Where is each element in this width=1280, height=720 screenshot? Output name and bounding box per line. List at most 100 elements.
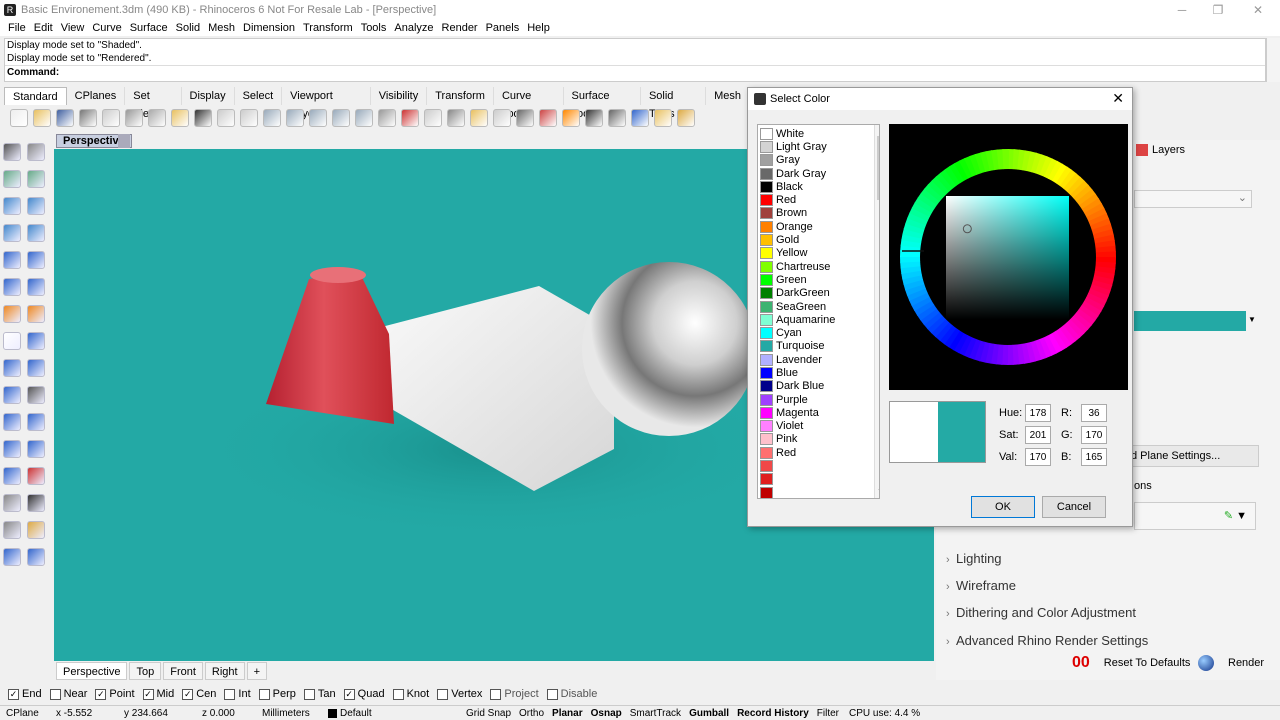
toolbar-tool-icon[interactable] [401, 109, 419, 127]
status-gumball[interactable]: Gumball [685, 708, 733, 719]
osnap-checkbox[interactable] [490, 688, 502, 700]
left-tool-icon[interactable] [27, 440, 45, 458]
left-tool-icon[interactable] [3, 197, 21, 215]
left-tool-icon[interactable] [3, 224, 21, 242]
color-list-item[interactable] [758, 459, 879, 473]
osnap-int[interactable]: Int [224, 688, 251, 700]
scroll-down-icon[interactable]: ▼ [875, 487, 879, 496]
color-list-scrollbar[interactable]: ▲ ▼ [874, 125, 879, 498]
section-dithering[interactable]: › Dithering and Color Adjustment [946, 605, 1136, 620]
color-list-item[interactable]: Magenta [758, 406, 879, 419]
osnap-disable[interactable]: Disable [546, 688, 597, 700]
osnap-mid[interactable]: ✓ Mid [142, 688, 174, 700]
status-osnap[interactable]: Osnap [587, 708, 626, 719]
toolbar-tool-icon[interactable] [447, 109, 465, 127]
minimize-icon[interactable]: ─ [1164, 0, 1200, 20]
hue-input[interactable] [1025, 404, 1051, 422]
osnap-checkbox[interactable] [392, 688, 404, 700]
red-input[interactable] [1081, 404, 1107, 422]
color-list-item[interactable]: Chartreuse [758, 260, 879, 273]
color-list-item[interactable]: Light Gray [758, 140, 879, 153]
current-layer[interactable]: Default [322, 708, 462, 719]
viewport-tab-right[interactable]: Right [204, 662, 245, 680]
toolbar-tool-icon[interactable] [102, 109, 120, 127]
status-record-history[interactable]: Record History [733, 708, 813, 719]
left-tool-icon[interactable] [3, 278, 21, 296]
toolbar-tool-icon[interactable] [33, 109, 51, 127]
color-list-item[interactable]: White [758, 127, 879, 140]
osnap-cen[interactable]: ✓ Cen [182, 688, 216, 700]
menu-surface[interactable]: Surface [130, 22, 168, 34]
val-field[interactable]: Val: [999, 448, 1051, 466]
color-list-item[interactable]: Red [758, 446, 879, 459]
osnap-point[interactable]: ✓ Point [95, 688, 135, 700]
osnap-vertex[interactable]: Vertex [437, 688, 482, 700]
viewport-menu-arrow-icon[interactable] [118, 134, 130, 148]
section-lighting[interactable]: › Lighting [946, 551, 1002, 566]
menu-solid[interactable]: Solid [176, 22, 200, 34]
ground-plane-settings-button[interactable]: d Plane Settings... [1120, 445, 1259, 467]
tab-display[interactable]: Display [182, 87, 235, 105]
color-list-item[interactable]: DarkGreen [758, 287, 879, 300]
menu-mesh[interactable]: Mesh [208, 22, 235, 34]
color-list-item[interactable]: Violet [758, 420, 879, 433]
cancel-button[interactable]: Cancel [1042, 496, 1106, 518]
osnap-checkbox[interactable] [437, 688, 449, 700]
menu-render[interactable]: Render [442, 22, 478, 34]
osnap-perp[interactable]: Perp [258, 688, 296, 700]
toolbar-tool-icon[interactable] [217, 109, 235, 127]
toolbar-tool-icon[interactable] [539, 109, 557, 127]
hue-ring-and-sv-square[interactable] [889, 124, 1128, 390]
sat-input[interactable] [1025, 426, 1051, 444]
osnap-checkbox[interactable]: ✓ [142, 688, 154, 700]
menu-help[interactable]: Help [527, 22, 550, 34]
tab-select[interactable]: Select [235, 87, 283, 105]
render-button[interactable]: Render [1198, 651, 1270, 675]
dialog-close-icon[interactable]: ✕ [1112, 90, 1124, 107]
toolbar-tool-icon[interactable] [631, 109, 649, 127]
left-tool-icon[interactable] [3, 440, 21, 458]
left-tool-icon[interactable] [27, 278, 45, 296]
tab-solid-tools[interactable]: Solid Tools [641, 87, 707, 120]
left-tool-icon[interactable] [3, 359, 21, 377]
color-list-item[interactable]: Lavender [758, 353, 879, 366]
color-wheel-picker[interactable] [889, 124, 1128, 390]
status-ortho[interactable]: Ortho [515, 708, 548, 719]
color-list-item[interactable]: Yellow [758, 247, 879, 260]
toolbar-tool-icon[interactable] [286, 109, 304, 127]
toolbar-tool-icon[interactable] [470, 109, 488, 127]
blue-field[interactable]: B: [1061, 448, 1107, 466]
color-list-item[interactable]: Black [758, 180, 879, 193]
left-tool-icon[interactable] [27, 170, 45, 188]
viewport-tab-front[interactable]: Front [163, 662, 203, 680]
toolbar-tool-icon[interactable] [424, 109, 442, 127]
osnap-checkbox[interactable]: ✓ [343, 688, 355, 700]
left-tool-icon[interactable] [3, 305, 21, 323]
left-tool-icon[interactable] [3, 332, 21, 350]
command-scrollbar[interactable] [1266, 38, 1280, 82]
left-tool-icon[interactable] [3, 494, 21, 512]
panel-dropdown[interactable]: ⌄ [1134, 190, 1252, 208]
osnap-end[interactable]: ✓ End [8, 688, 42, 700]
tab-cplanes[interactable]: CPlanes [67, 87, 126, 105]
toolbar-tool-icon[interactable] [332, 109, 350, 127]
color-list-item[interactable]: Red [758, 193, 879, 207]
color-list-item[interactable]: Purple [758, 393, 879, 406]
toolbar-tool-icon[interactable] [171, 109, 189, 127]
color-list-item[interactable]: Dark Gray [758, 167, 879, 180]
green-field[interactable]: G: [1061, 426, 1107, 444]
green-input[interactable] [1081, 426, 1107, 444]
menu-view[interactable]: View [61, 22, 85, 34]
left-tool-icon[interactable] [3, 548, 21, 566]
reset-to-defaults-button[interactable]: 00 Reset To Defaults [1072, 651, 1192, 675]
scroll-thumb[interactable] [877, 136, 879, 200]
status-planar[interactable]: Planar [548, 708, 587, 719]
add-viewport-tab-icon[interactable]: + [246, 662, 268, 680]
color-dropdown-icon[interactable]: ▼ [1248, 315, 1256, 324]
color-list-item[interactable]: Gold [758, 233, 879, 247]
units-label[interactable]: Millimeters [256, 708, 322, 719]
left-tool-icon[interactable] [27, 494, 45, 512]
toolbar-tool-icon[interactable] [516, 109, 534, 127]
toolbar-tool-icon[interactable] [56, 109, 74, 127]
color-list-item[interactable]: Turquoise [758, 340, 879, 353]
